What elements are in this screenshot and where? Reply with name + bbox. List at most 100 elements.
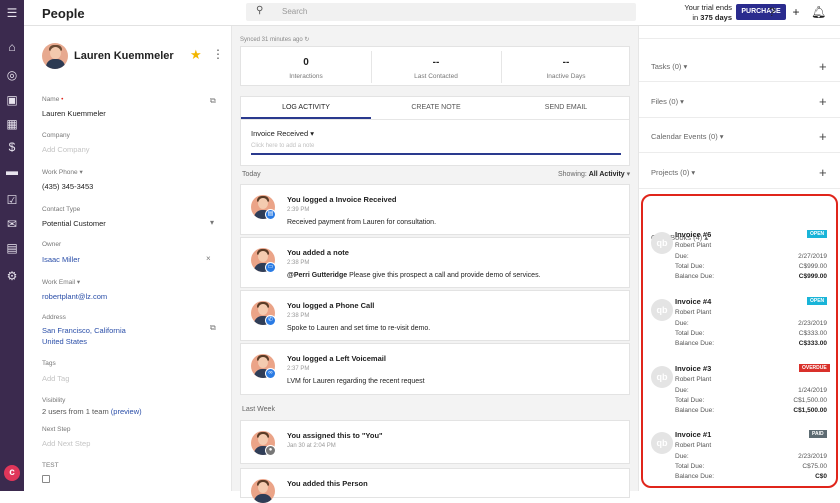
company-label: Company <box>42 132 70 139</box>
activity-item[interactable]: ✆ You logged a Phone Call 2:38 PM Spoke … <box>240 290 630 341</box>
today-label: Today <box>242 171 261 178</box>
building-icon[interactable]: ▦ <box>5 117 19 131</box>
copy-icon[interactable]: ⧉ <box>210 96 216 106</box>
tab-log-activity[interactable]: LOG ACTIVITY <box>241 97 371 119</box>
next-step-label: Next Step <box>42 426 71 433</box>
avatar <box>42 43 68 69</box>
gear-icon[interactable]: ⚙ <box>5 269 19 283</box>
app-logo[interactable]: c <box>4 465 20 481</box>
activity-detail: Received payment from Lauren for consult… <box>287 219 437 226</box>
tags-label: Tags <box>42 360 56 367</box>
dollar-icon[interactable]: $ <box>5 140 19 154</box>
visibility-value: 2 users from 1 team (preview) <box>42 407 142 416</box>
target-icon[interactable]: ◎ <box>5 68 19 82</box>
stats-bar: 0 Interactions -- Last Contacted -- Inactiv… <box>240 46 630 86</box>
quickbooks-highlight <box>641 194 838 488</box>
address-line1[interactable]: San Francisco, California <box>42 326 126 335</box>
tab-create-note[interactable]: CREATE NOTE <box>371 97 501 119</box>
activity-item[interactable]: ∞ You logged a Left Voicemail 2:37 PM LV… <box>240 343 630 395</box>
activity-note-input[interactable]: Click here to add a note <box>251 143 314 149</box>
page-title: People <box>42 6 85 21</box>
address-label: Address <box>42 314 66 321</box>
next-step-field[interactable]: Add Next Step <box>42 439 90 448</box>
activity-title: You logged a Phone Call <box>287 301 375 310</box>
briefcase-icon[interactable]: ▬ <box>5 164 19 178</box>
email-field[interactable]: robertplant@lz.com <box>42 292 107 301</box>
chart-icon[interactable]: ▤ <box>5 241 19 255</box>
stat-interactions: 0 Interactions <box>289 57 323 80</box>
add-event-icon[interactable]: + <box>819 130 827 143</box>
voicemail-icon: ∞ <box>265 368 276 379</box>
address-line2[interactable]: United States <box>42 337 87 346</box>
activity-item[interactable]: ● You assigned this to "You" Jan 30 at 2… <box>240 420 630 464</box>
trial-days: 375 days <box>700 12 732 22</box>
star-icon[interactable]: ★ <box>190 47 202 63</box>
owner-label: Owner <box>42 241 62 248</box>
tags-field[interactable]: Add Tag <box>42 374 69 383</box>
preview-link[interactable]: (preview) <box>111 407 142 416</box>
add-project-icon[interactable]: + <box>819 166 827 179</box>
activity-title: You logged a Invoice Received <box>287 195 397 204</box>
help-icon[interactable]: ? <box>765 5 779 19</box>
test-label: TEST <box>42 462 59 469</box>
person-name: Lauren Kuemmeler <box>74 50 174 62</box>
contact-type-label: Contact Type <box>42 206 81 213</box>
person-details-panel: Lauren Kuemmeler ★ ⋮ Name • Lauren Kuemm… <box>24 26 232 491</box>
activity-detail: Spoke to Lauren and set time to re-visit… <box>287 325 431 332</box>
activity-detail: LVM for Lauren regarding the recent requ… <box>287 378 425 385</box>
activity-feed: Synced 31 minutes ago ↻ 0 Interactions --… <box>232 26 638 503</box>
add-task-icon[interactable]: + <box>819 60 827 73</box>
phone-label: Work Phone ▾ <box>42 169 83 176</box>
files-section[interactable]: Files (0) ▾ <box>651 97 684 106</box>
search-bar[interactable]: ⚲ Search <box>246 3 636 21</box>
activity-detail: @Perri Gutteridge Please give this prosp… <box>287 272 541 279</box>
activity-item[interactable]: ▤ You logged a Invoice Received 2:39 PM … <box>240 184 630 235</box>
sync-status: Synced 31 minutes ago ↻ <box>240 37 310 43</box>
tasks-section[interactable]: Tasks (0) ▾ <box>651 62 687 71</box>
contacts-icon[interactable]: ▣ <box>5 93 19 107</box>
trial-notice: Your trial ends in 375 days <box>640 3 732 22</box>
email-label: Work Email ▾ <box>42 279 81 286</box>
mail-icon[interactable]: ✉ <box>5 217 19 231</box>
more-options-icon[interactable]: ⋮ <box>212 47 224 61</box>
test-checkbox[interactable] <box>42 475 50 483</box>
owner-field[interactable]: Isaac Miller <box>42 255 80 264</box>
activity-composer: LOG ACTIVITY CREATE NOTE SEND EMAIL Invo… <box>240 96 630 166</box>
left-nav-sidebar: ☰ ⌂ ◎ ▣ ▦ $ ▬ ☑ ✉ ▤ ⚙ c <box>0 0 24 491</box>
activity-title: You added this Person <box>287 479 368 488</box>
name-field[interactable]: Lauren Kuemmeler <box>42 109 106 118</box>
activity-time: Jan 30 at 2:04 PM <box>287 443 336 449</box>
calendar-section[interactable]: Calendar Events (0) ▾ <box>651 132 724 141</box>
phone-field[interactable]: (435) 345-3453 <box>42 182 93 191</box>
add-file-icon[interactable]: + <box>819 95 827 108</box>
contact-type-select[interactable]: Potential Customer <box>42 219 106 228</box>
last-week-label: Last Week <box>242 406 275 413</box>
name-label: Name • <box>42 96 64 103</box>
activity-avatar <box>251 479 275 503</box>
note-icon: ▭ <box>265 262 276 273</box>
chevron-down-icon[interactable]: ▾ <box>210 218 214 227</box>
search-input[interactable]: Search <box>282 7 307 16</box>
bell-icon[interactable]: 🔔︎ <box>811 5 826 19</box>
activity-item[interactable]: ▭ You added a note 2:38 PM @Perri Gutter… <box>240 237 630 288</box>
activity-time: 2:38 PM <box>287 260 310 266</box>
activity-title: You logged a Left Voicemail <box>287 354 386 363</box>
add-icon[interactable]: + <box>789 5 803 19</box>
trial-line: Your trial ends <box>684 3 732 12</box>
clear-icon[interactable]: × <box>206 254 211 263</box>
checkbox-icon[interactable]: ☑ <box>5 193 19 207</box>
top-header: People ⚲ Search Your trial ends in 375 d… <box>24 0 840 26</box>
trial-prefix: in <box>692 12 699 22</box>
activity-title: You added a note <box>287 248 349 257</box>
activity-type-dropdown[interactable]: Invoice Received ▾ <box>251 129 314 138</box>
copy-address-icon[interactable]: ⧉ <box>210 323 216 333</box>
search-icon: ⚲ <box>256 5 264 16</box>
activity-time: 2:39 PM <box>287 207 310 213</box>
activity-item[interactable]: You added this Person <box>240 468 630 503</box>
tab-send-email[interactable]: SEND EMAIL <box>501 97 631 119</box>
projects-section[interactable]: Projects (0) ▾ <box>651 168 695 177</box>
menu-icon[interactable]: ☰ <box>5 6 19 20</box>
company-field[interactable]: Add Company <box>42 145 90 154</box>
home-icon[interactable]: ⌂ <box>5 40 19 54</box>
activity-filter[interactable]: Showing: All Activity ▾ <box>558 170 630 178</box>
